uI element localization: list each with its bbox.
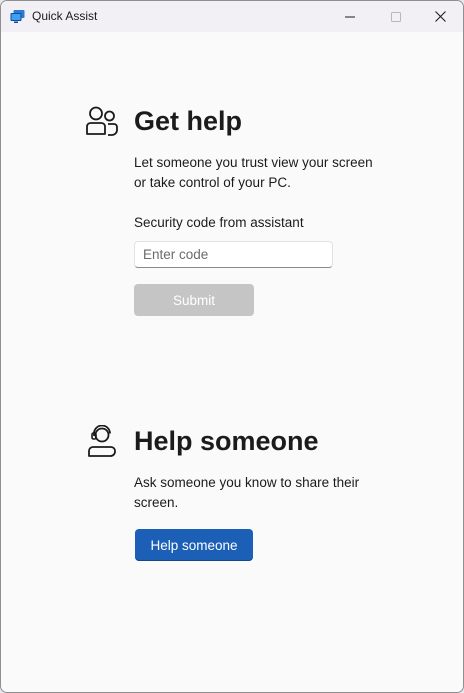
help-someone-description-line2: screen. (134, 495, 179, 510)
help-someone-description-line1: Ask someone you know to share their (134, 475, 360, 490)
people-icon (86, 106, 118, 136)
window-title: Quick Assist (32, 9, 98, 23)
help-someone-heading: Help someone (134, 426, 319, 456)
get-help-heading: Get help (134, 106, 243, 136)
close-icon (434, 11, 446, 22)
minimize-icon (345, 16, 355, 17)
minimize-button[interactable] (327, 1, 373, 32)
get-help-description-line1: Let someone you trust view your screen (134, 155, 373, 170)
security-code-label: Security code from assistant (134, 215, 304, 230)
quick-assist-window: Quick Assist Get help Let someone you tr… (0, 0, 464, 693)
help-someone-button[interactable]: Help someone (135, 529, 253, 561)
maximize-button[interactable] (373, 1, 419, 32)
get-help-description-line2: or take control of your PC. (134, 175, 291, 190)
close-button[interactable] (417, 1, 463, 32)
security-code-input[interactable] (134, 241, 333, 268)
title-bar[interactable]: Quick Assist (1, 1, 463, 32)
submit-button[interactable]: Submit (134, 284, 254, 316)
quick-assist-app-icon (10, 10, 25, 23)
person-headset-icon (88, 425, 116, 457)
maximize-icon (391, 11, 401, 22)
